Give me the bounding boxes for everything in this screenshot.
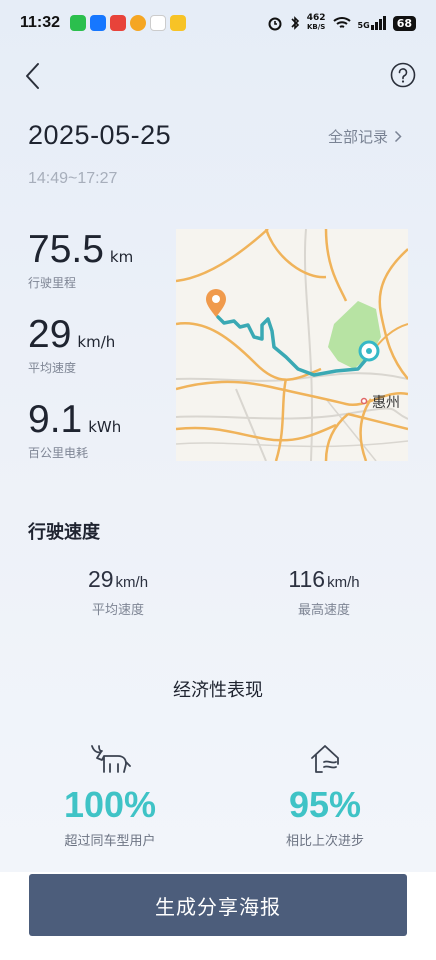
economy-rank-label: 超过同车型用户 [64,834,156,849]
status-time: 11:32 [20,14,61,31]
max-speed-unit: km/h [327,574,360,591]
cloud-app-icon [150,15,167,31]
generate-share-poster-button[interactable]: 生成分享海报 [29,874,407,936]
stat-value: 29 [28,313,72,356]
stat-energy: 9.1 kWh 百公里电耗 [28,398,121,461]
avg-speed-label: 平均速度 [91,603,144,618]
wifi-icon [332,17,351,28]
help-button[interactable] [390,62,416,88]
net-speed-unit: KB/S [306,23,326,31]
stat-distance: 75.5 km 行驶里程 [28,228,133,291]
all-records-label: 全部记录 [327,128,388,146]
economy-rank-value: 100% [63,784,157,825]
wechat-icon [70,15,87,31]
status-bar: 11:32 462 KB/S 5G 68 [0,0,436,46]
trip-time-range: 14:49~17:27 [28,170,118,187]
net-speed-value: 462 [306,13,326,23]
battery-indicator: 68 [392,15,416,31]
network-type: 5G [357,21,370,30]
stat-unit: kWh [88,418,122,436]
stat-value: 9.1 [28,398,83,441]
avg-speed-block: 29 km/h 平均速度 [38,566,198,618]
economy-section-title: 经济性表现 [173,680,263,701]
route-map-canvas: 惠州 [176,229,408,461]
end-marker-icon [358,340,380,362]
weibo-icon [130,15,147,31]
bluetooth-icon [291,16,299,30]
nav-bar [0,56,436,96]
car-app-icon [170,15,187,31]
max-speed-block: 116 km/h 最高速度 [244,566,404,618]
max-speed-value: 116 [288,566,326,592]
stat-label: 平均速度 [28,361,77,375]
alipay-icon [90,15,107,31]
economy-progress-label: 相比上次进步 [285,834,364,849]
city-label: 惠州 [372,395,400,411]
back-button[interactable] [20,58,50,94]
route-map[interactable]: 惠州 [176,229,408,461]
notification-icons [70,15,187,31]
economy-item-rank: 100% 超过同车型用户 [20,742,200,849]
house-wind-icon [311,745,339,773]
avg-speed-unit: km/h [115,574,149,591]
news-app-icon [110,15,127,31]
stat-avg-speed: 29 km/h 平均速度 [28,313,115,376]
economy-item-progress: 95% 相比上次进步 [235,742,415,849]
status-right: 462 KB/S 5G 68 [267,14,416,32]
net-speed: 462 KB/S [307,14,326,32]
stat-label: 百公里电耗 [28,446,89,460]
bull-icon [91,745,131,773]
trip-date: 2025-05-25 [28,120,172,150]
city-dot-icon [360,397,368,405]
stat-unit: km [109,248,134,266]
avg-speed-value: 29 [87,566,114,592]
economy-progress-value: 95% [288,784,362,825]
signal-icon: 5G [358,16,386,30]
stat-value: 75.5 [28,228,104,271]
stat-label: 行驶里程 [28,276,77,290]
alarm-icon [268,17,282,31]
all-records-link[interactable]: 全部记录 [328,126,402,147]
stat-unit: km/h [77,333,116,351]
max-speed-label: 最高速度 [297,603,350,618]
chevron-right-icon [394,130,402,143]
speed-section-title: 行驶速度 [28,522,100,543]
